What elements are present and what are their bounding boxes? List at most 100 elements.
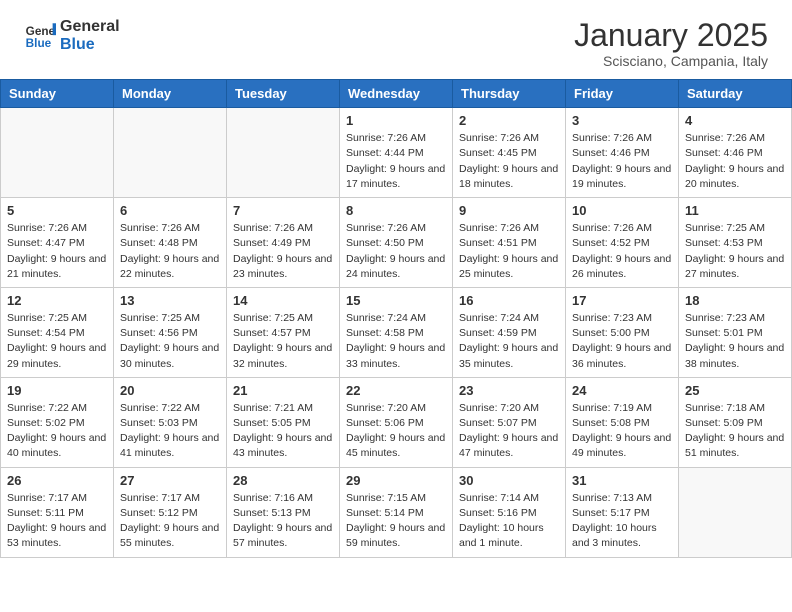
day-info: Sunrise: 7:16 AMSunset: 5:13 PMDaylight:… — [233, 491, 333, 552]
day-number: 20 — [120, 383, 220, 398]
day-info: Sunrise: 7:26 AMSunset: 4:45 PMDaylight:… — [459, 131, 559, 192]
day-info: Sunrise: 7:13 AMSunset: 5:17 PMDaylight:… — [572, 491, 672, 552]
weekday-saturday: Saturday — [679, 80, 792, 108]
day-number: 31 — [572, 473, 672, 488]
calendar-cell: 2 Sunrise: 7:26 AMSunset: 4:45 PMDaylight… — [453, 108, 566, 198]
calendar-cell: 11 Sunrise: 7:25 AMSunset: 4:53 PMDayligh… — [679, 198, 792, 288]
day-info: Sunrise: 7:23 AMSunset: 5:01 PMDaylight:… — [685, 311, 785, 372]
calendar-cell: 29Sunrise: 7:15 AMSunset: 5:14 PMDayligh… — [340, 467, 453, 557]
calendar-week-3: 12Sunrise: 7:25 AMSunset: 4:54 PMDayligh… — [1, 287, 792, 377]
header: General Blue General Blue January 2025 S… — [0, 0, 792, 79]
calendar-cell: 27Sunrise: 7:17 AMSunset: 5:12 PMDayligh… — [114, 467, 227, 557]
day-number: 10 — [572, 203, 672, 218]
day-number: 2 — [459, 113, 559, 128]
calendar-cell: 28Sunrise: 7:16 AMSunset: 5:13 PMDayligh… — [227, 467, 340, 557]
day-number: 5 — [7, 203, 107, 218]
calendar-cell: 18Sunrise: 7:23 AMSunset: 5:01 PMDayligh… — [679, 287, 792, 377]
calendar-cell: 9Sunrise: 7:26 AMSunset: 4:51 PMDaylight… — [453, 198, 566, 288]
day-number: 21 — [233, 383, 333, 398]
day-number: 22 — [346, 383, 446, 398]
day-number: 19 — [7, 383, 107, 398]
calendar-cell: 14 Sunrise: 7:25 AMSunset: 4:57 PMDayligh… — [227, 287, 340, 377]
calendar-cell: 20Sunrise: 7:22 AMSunset: 5:03 PMDayligh… — [114, 377, 227, 467]
calendar-cell: 19 Sunrise: 7:22 AMSunset: 5:02 PMDayligh… — [1, 377, 114, 467]
svg-text:Blue: Blue — [26, 37, 52, 50]
calendar-week-5: 26Sunrise: 7:17 AMSunset: 5:11 PMDayligh… — [1, 467, 792, 557]
day-info: Sunrise: 7:25 AMSunset: 4:53 PMDaylight:… — [685, 221, 785, 282]
day-info: Sunrise: 7:23 AMSunset: 5:00 PMDaylight:… — [572, 311, 672, 372]
calendar-cell: 8Sunrise: 7:26 AMSunset: 4:50 PMDaylight… — [340, 198, 453, 288]
day-info: Sunrise: 7:17 AMSunset: 5:11 PMDaylight:… — [7, 491, 107, 552]
day-number: 13 — [120, 293, 220, 308]
day-number: 9 — [459, 203, 559, 218]
day-info: Sunrise: 7:21 AMSunset: 5:05 PMDaylight:… — [233, 401, 333, 462]
day-info: Sunrise: 7:25 AMSunset: 4:57 PMDaylight:… — [233, 311, 333, 372]
day-number: 24 — [572, 383, 672, 398]
month-title: January 2025 — [574, 18, 768, 53]
day-number: 14 — [233, 293, 333, 308]
calendar-cell: 31 Sunrise: 7:13 AMSunset: 5:17 PMDayligh… — [566, 467, 679, 557]
weekday-monday: Monday — [114, 80, 227, 108]
header-right: January 2025 Scisciano, Campania, Italy — [574, 18, 768, 69]
weekday-tuesday: Tuesday — [227, 80, 340, 108]
day-info: Sunrise: 7:15 AMSunset: 5:14 PMDaylight:… — [346, 491, 446, 552]
calendar-cell — [679, 467, 792, 557]
calendar-cell: 25 Sunrise: 7:18 AMSunset: 5:09 PMDayligh… — [679, 377, 792, 467]
day-number: 30 — [459, 473, 559, 488]
day-info: Sunrise: 7:26 AMSunset: 4:46 PMDaylight:… — [685, 131, 785, 192]
calendar-week-1: 1Sunrise: 7:26 AMSunset: 4:44 PMDaylight… — [1, 108, 792, 198]
day-number: 3 — [572, 113, 672, 128]
day-info: Sunrise: 7:18 AMSunset: 5:09 PMDaylight:… — [685, 401, 785, 462]
day-info: Sunrise: 7:24 AMSunset: 4:59 PMDaylight:… — [459, 311, 559, 372]
calendar-cell: 24 Sunrise: 7:19 AMSunset: 5:08 PMDayligh… — [566, 377, 679, 467]
day-info: Sunrise: 7:26 AMSunset: 4:52 PMDaylight:… — [572, 221, 672, 282]
calendar-cell — [114, 108, 227, 198]
day-number: 8 — [346, 203, 446, 218]
day-number: 6 — [120, 203, 220, 218]
day-number: 15 — [346, 293, 446, 308]
day-number: 17 — [572, 293, 672, 308]
logo-blue-text: Blue — [60, 36, 120, 54]
weekday-thursday: Thursday — [453, 80, 566, 108]
day-number: 25 — [685, 383, 785, 398]
calendar-cell: 15 Sunrise: 7:24 AMSunset: 4:58 PMDayligh… — [340, 287, 453, 377]
weekday-sunday: Sunday — [1, 80, 114, 108]
day-info: Sunrise: 7:26 AMSunset: 4:48 PMDaylight:… — [120, 221, 220, 282]
calendar-cell: 23 Sunrise: 7:20 AMSunset: 5:07 PMDayligh… — [453, 377, 566, 467]
day-number: 4 — [685, 113, 785, 128]
day-info: Sunrise: 7:22 AMSunset: 5:02 PMDaylight:… — [7, 401, 107, 462]
day-info: Sunrise: 7:17 AMSunset: 5:12 PMDaylight:… — [120, 491, 220, 552]
weekday-wednesday: Wednesday — [340, 80, 453, 108]
day-number: 1 — [346, 113, 446, 128]
calendar-cell: 12Sunrise: 7:25 AMSunset: 4:54 PMDayligh… — [1, 287, 114, 377]
calendar-page: General Blue General Blue January 2025 S… — [0, 0, 792, 558]
day-info: Sunrise: 7:25 AMSunset: 4:56 PMDaylight:… — [120, 311, 220, 372]
logo: General Blue General Blue — [24, 18, 120, 55]
calendar-cell: 1Sunrise: 7:26 AMSunset: 4:44 PMDaylight… — [340, 108, 453, 198]
day-info: Sunrise: 7:20 AMSunset: 5:06 PMDaylight:… — [346, 401, 446, 462]
day-number: 23 — [459, 383, 559, 398]
calendar-cell: 30 Sunrise: 7:14 AMSunset: 5:16 PMDayligh… — [453, 467, 566, 557]
day-info: Sunrise: 7:26 AMSunset: 4:46 PMDaylight:… — [572, 131, 672, 192]
location: Scisciano, Campania, Italy — [574, 53, 768, 69]
calendar-cell: 5 Sunrise: 7:26 AMSunset: 4:47 PMDaylight… — [1, 198, 114, 288]
calendar-cell: 6 Sunrise: 7:26 AMSunset: 4:48 PMDaylight… — [114, 198, 227, 288]
calendar-week-2: 5 Sunrise: 7:26 AMSunset: 4:47 PMDaylight… — [1, 198, 792, 288]
day-info: Sunrise: 7:19 AMSunset: 5:08 PMDaylight:… — [572, 401, 672, 462]
calendar-cell: 13 Sunrise: 7:25 AMSunset: 4:56 PMDayligh… — [114, 287, 227, 377]
day-info: Sunrise: 7:25 AMSunset: 4:54 PMDaylight:… — [7, 311, 107, 372]
day-number: 11 — [685, 203, 785, 218]
day-info: Sunrise: 7:24 AMSunset: 4:58 PMDaylight:… — [346, 311, 446, 372]
calendar-cell: 22 Sunrise: 7:20 AMSunset: 5:06 PMDayligh… — [340, 377, 453, 467]
calendar-cell: 4 Sunrise: 7:26 AMSunset: 4:46 PMDaylight… — [679, 108, 792, 198]
calendar-cell: 3 Sunrise: 7:26 AMSunset: 4:46 PMDaylight… — [566, 108, 679, 198]
calendar-cell: 7Sunrise: 7:26 AMSunset: 4:49 PMDaylight… — [227, 198, 340, 288]
weekday-header-row: SundayMondayTuesdayWednesdayThursdayFrid… — [1, 80, 792, 108]
calendar-week-4: 19 Sunrise: 7:22 AMSunset: 5:02 PMDayligh… — [1, 377, 792, 467]
calendar-cell — [1, 108, 114, 198]
day-info: Sunrise: 7:26 AMSunset: 4:47 PMDaylight:… — [7, 221, 107, 282]
day-info: Sunrise: 7:20 AMSunset: 5:07 PMDaylight:… — [459, 401, 559, 462]
day-info: Sunrise: 7:14 AMSunset: 5:16 PMDaylight:… — [459, 491, 559, 552]
logo-icon: General Blue — [24, 20, 56, 52]
calendar-cell: 16Sunrise: 7:24 AMSunset: 4:59 PMDayligh… — [453, 287, 566, 377]
